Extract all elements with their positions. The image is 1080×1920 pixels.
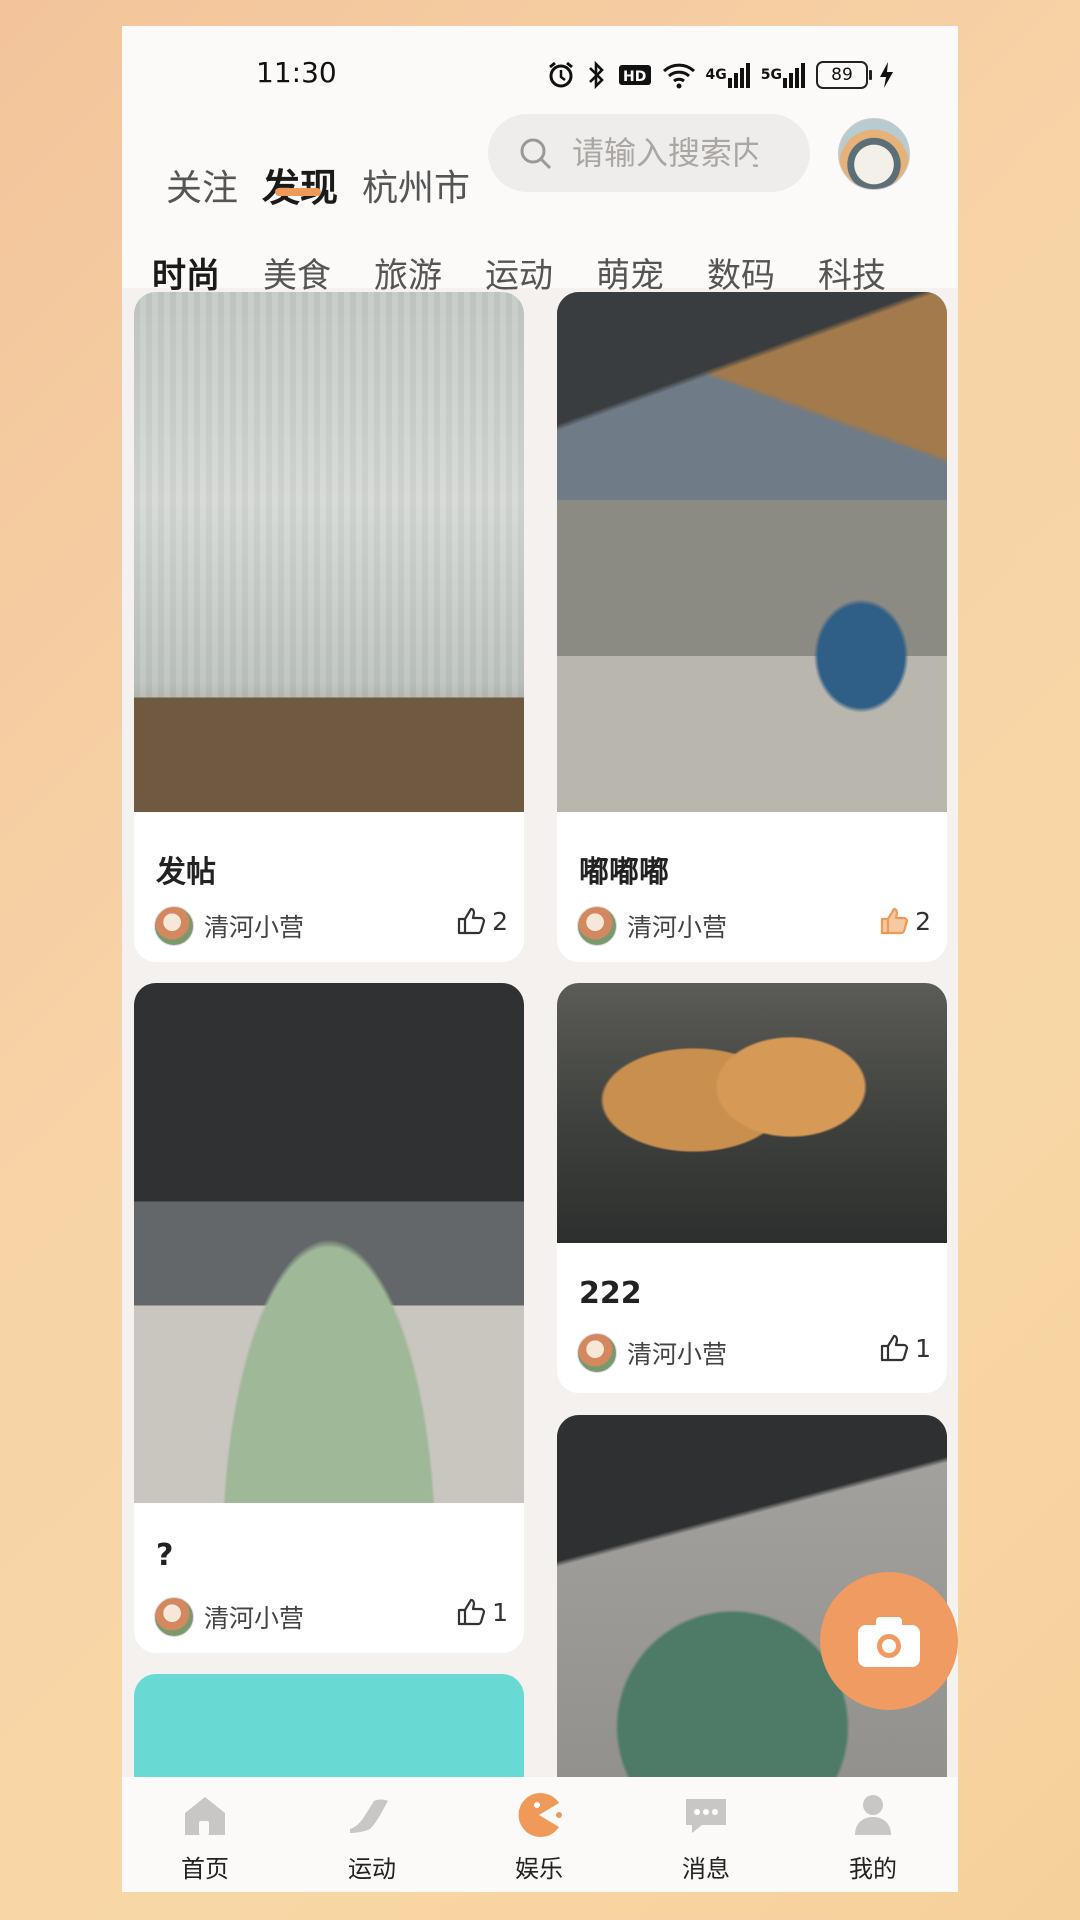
- post-author[interactable]: 清河小营: [154, 906, 304, 946]
- like-count: 2: [915, 906, 931, 936]
- author-avatar: [154, 1597, 194, 1637]
- bluetooth-icon: [586, 58, 608, 92]
- like-button[interactable]: 1: [456, 1597, 508, 1627]
- search-icon: [520, 138, 552, 170]
- like-button[interactable]: 1: [879, 1333, 931, 1363]
- tab-follow[interactable]: 关注: [166, 159, 238, 211]
- status-icons: HD 4G 5G 89: [546, 58, 894, 92]
- phone-screen: 11:30 HD 4G 5G 89 关注 杭州市 请输入搜索内容 时尚 美食 旅…: [122, 26, 958, 1892]
- search-input[interactable]: [572, 126, 758, 180]
- like-button[interactable]: 2: [879, 906, 931, 936]
- post-image: [134, 292, 524, 812]
- author-name: 清河小营: [204, 913, 305, 942]
- post-image: [557, 292, 947, 812]
- hd-icon: HD: [618, 58, 652, 92]
- post-title: 222: [579, 1276, 642, 1311]
- wifi-icon: [662, 58, 696, 92]
- thumbs-up-icon: [880, 1334, 909, 1362]
- post-card[interactable]: 发帖 清河小营 2: [134, 292, 524, 962]
- status-bar: 11:30 HD 4G 5G 89: [122, 26, 958, 126]
- thumbs-up-icon: [457, 907, 486, 935]
- battery-indicator: 89: [816, 61, 872, 89]
- post-title: 发帖: [156, 855, 216, 890]
- signal-4g-icon: 4G: [706, 58, 751, 92]
- nav-profile[interactable]: 我的: [813, 1789, 933, 1884]
- search-bar[interactable]: [488, 114, 810, 192]
- nav-messages[interactable]: 消息: [646, 1789, 766, 1884]
- category-fashion[interactable]: 时尚: [152, 248, 220, 297]
- charging-icon: [878, 58, 894, 92]
- home-icon: [185, 1797, 225, 1835]
- nav-entertainment[interactable]: 娱乐: [479, 1789, 599, 1884]
- nav-sports[interactable]: 运动: [312, 1789, 432, 1884]
- category-tech[interactable]: 科技: [818, 248, 886, 297]
- tab-discover[interactable]: 发现: [262, 157, 338, 212]
- post-title: 嘟嘟嘟: [579, 855, 669, 890]
- category-food[interactable]: 美食: [263, 248, 331, 297]
- post-author[interactable]: 清河小营: [577, 1333, 727, 1373]
- like-count: 1: [492, 1597, 508, 1627]
- thumbs-up-icon: [457, 1598, 486, 1626]
- post-card[interactable]: 222 清河小营 1: [557, 983, 947, 1393]
- like-count: 1: [915, 1333, 931, 1363]
- bottom-navigation: 首页 运动 娱乐 消息 我的: [122, 1777, 958, 1892]
- author-avatar: [577, 1333, 617, 1373]
- author-name: 清河小营: [204, 1604, 305, 1633]
- post-title: ?: [156, 1538, 174, 1573]
- post-card[interactable]: ? 清河小营 1: [134, 983, 524, 1653]
- author-name: 清河小营: [627, 1340, 728, 1369]
- active-tab-indicator: [275, 188, 321, 196]
- post-author[interactable]: 清河小营: [577, 906, 727, 946]
- person-icon: [855, 1795, 891, 1835]
- post-card[interactable]: 嘟嘟嘟 清河小营 2: [557, 292, 947, 962]
- category-digital[interactable]: 数码: [707, 248, 775, 297]
- nav-home[interactable]: 首页: [145, 1789, 265, 1884]
- category-sports[interactable]: 运动: [485, 248, 553, 297]
- author-avatar: [154, 906, 194, 946]
- user-avatar[interactable]: [838, 118, 910, 190]
- category-bar: 时尚 美食 旅游 运动 萌宠 数码 科技: [122, 248, 958, 298]
- like-count: 2: [492, 906, 508, 936]
- category-travel[interactable]: 旅游: [374, 248, 442, 297]
- author-avatar: [577, 906, 617, 946]
- signal-5g-icon: 5G: [761, 58, 806, 92]
- sneaker-icon: [350, 1799, 388, 1833]
- author-name: 清河小营: [627, 913, 728, 942]
- camera-fab-button[interactable]: [820, 1572, 958, 1710]
- category-pets[interactable]: 萌宠: [596, 248, 664, 297]
- post-image: [134, 983, 524, 1503]
- tab-city[interactable]: 杭州市: [362, 159, 470, 211]
- thumbs-up-filled-icon: [880, 907, 909, 935]
- camera-icon: [858, 1617, 920, 1667]
- status-time: 11:30: [256, 56, 337, 89]
- svg-text:HD: HD: [623, 69, 646, 85]
- pacman-icon: [518, 1793, 562, 1837]
- like-button[interactable]: 2: [456, 906, 508, 936]
- alarm-icon: [546, 58, 576, 92]
- post-author[interactable]: 清河小营: [154, 1597, 304, 1637]
- message-icon: [686, 1799, 726, 1833]
- post-image: [557, 983, 947, 1243]
